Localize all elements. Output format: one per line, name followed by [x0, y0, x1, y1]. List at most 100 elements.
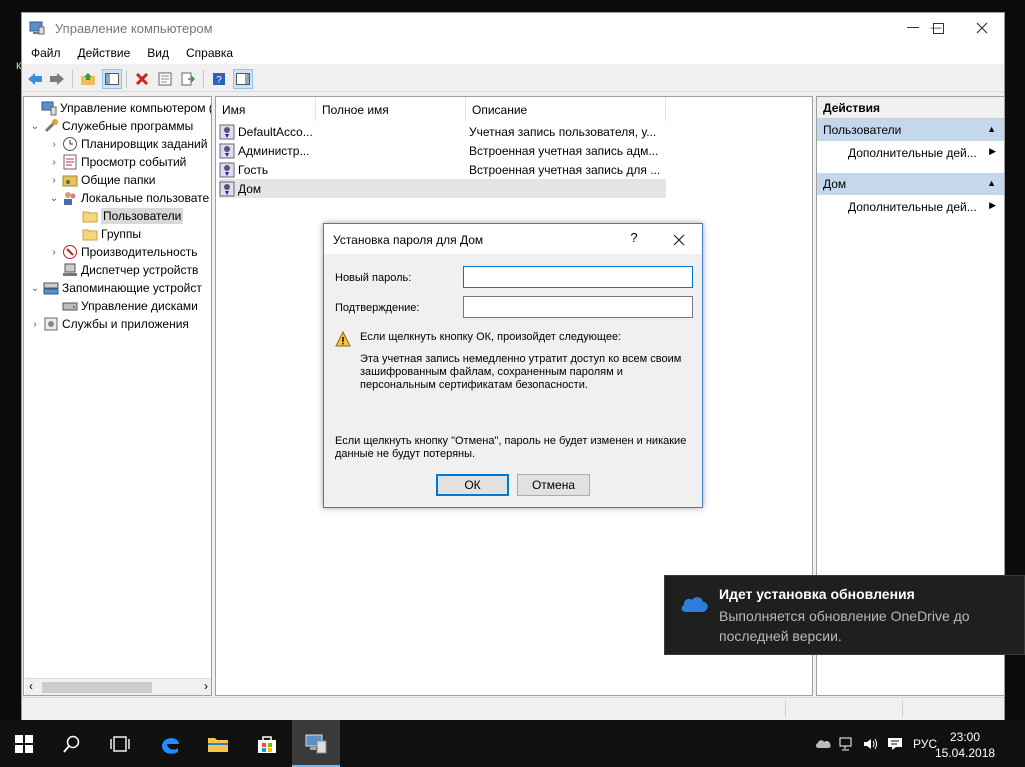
forward-button[interactable]: [47, 69, 67, 89]
update-notification[interactable]: Идет установка обновления Выполняется об…: [664, 575, 1025, 655]
dialog-close-button[interactable]: [668, 229, 690, 251]
computer-management-icon: [41, 101, 57, 116]
edge-browser-button[interactable]: [146, 720, 194, 767]
back-button[interactable]: [25, 69, 45, 89]
actions-section-dom[interactable]: Дом ▲: [817, 173, 1004, 195]
column-header-description[interactable]: Описание: [466, 97, 666, 121]
menu-help[interactable]: Справка: [177, 44, 241, 64]
clock-time: 23:00: [949, 730, 981, 744]
tree-item-services-apps[interactable]: › Службы и приложения: [29, 315, 189, 333]
list-item[interactable]: DefaultAcco... Учетная запись пользовате…: [219, 122, 666, 141]
tree-item-performance[interactable]: › Производительность: [48, 243, 197, 261]
scrollbar-thumb[interactable]: [42, 682, 152, 693]
actions-section-users[interactable]: Пользователи ▲: [817, 119, 1004, 141]
collapse-icon[interactable]: ▲: [987, 178, 996, 188]
actions-more-dom[interactable]: Дополнительные дей... ▶: [817, 195, 1004, 217]
volume-tray-icon[interactable]: [860, 720, 882, 767]
list-item-selected[interactable]: Дом: [219, 179, 666, 198]
tree-item-local-users[interactable]: ⌄ Локальные пользовате: [48, 189, 209, 207]
export-list-button[interactable]: [178, 69, 198, 89]
show-hide-tree-button[interactable]: [102, 69, 122, 89]
up-folder-button[interactable]: [78, 69, 98, 89]
console-tree[interactable]: Управление компьютером (л ⌄ Служебные пр…: [23, 96, 212, 696]
title-bar[interactable]: Управление компьютером —: [22, 13, 1004, 44]
tree-horizontal-scrollbar[interactable]: ‹ ›: [25, 678, 211, 695]
list-item[interactable]: Администр... Встроенная учетная запись а…: [219, 141, 666, 160]
menu-file[interactable]: Файл: [22, 44, 69, 64]
windows-logo-icon: [15, 734, 33, 753]
set-password-dialog: Установка пароля для Дом ? Новый пароль:…: [323, 223, 703, 508]
new-password-label: Новый пароль:: [335, 272, 412, 284]
chevron-right-icon[interactable]: ›: [48, 175, 60, 186]
menu-view[interactable]: Вид: [138, 44, 177, 64]
computer-management-app-icon: [29, 21, 45, 35]
delete-button[interactable]: [132, 69, 152, 89]
action-center-tray-icon[interactable]: [884, 720, 906, 767]
tree-item-device-manager[interactable]: Диспетчер устройств: [48, 261, 198, 279]
menu-bar: Файл Действие Вид Справка: [22, 44, 1004, 64]
onedrive-cloud-icon: [681, 597, 708, 612]
tree-item-system-tools[interactable]: ⌄ Служебные программы: [29, 117, 193, 135]
computer-management-taskbar-button[interactable]: [292, 720, 340, 767]
task-view-icon: [110, 735, 130, 752]
chevron-right-icon[interactable]: ›: [48, 139, 60, 150]
tree-item-shared-folders[interactable]: › Общие папки: [48, 171, 155, 189]
close-button[interactable]: [959, 13, 1005, 43]
show-hide-action-pane-icon: [236, 73, 250, 85]
status-bar: [22, 697, 1004, 720]
help-icon[interactable]: ?: [624, 230, 644, 250]
show-hide-action-pane-button[interactable]: [233, 69, 253, 89]
back-arrow-icon: [28, 73, 42, 85]
chevron-right-icon[interactable]: ›: [48, 247, 60, 258]
column-header-name[interactable]: Имя: [216, 97, 316, 121]
tools-icon: [44, 119, 58, 133]
store-button[interactable]: [243, 720, 291, 767]
tree-item-groups[interactable]: Группы: [68, 225, 141, 243]
chevron-right-icon[interactable]: ›: [48, 157, 60, 168]
close-icon: [673, 234, 685, 246]
scroll-right-arrow[interactable]: ›: [204, 679, 208, 693]
cancel-note-line: данные не будут потеряны.: [335, 448, 476, 460]
tree-item-task-scheduler[interactable]: › Планировщик заданий: [48, 135, 207, 153]
network-tray-icon[interactable]: [836, 720, 858, 767]
export-list-icon: [181, 72, 195, 86]
actions-more-users[interactable]: Дополнительные дей... ▶: [817, 141, 1004, 163]
onedrive-tray-icon[interactable]: [812, 720, 834, 767]
tree-item-users[interactable]: Пользователи: [68, 207, 184, 225]
scroll-left-arrow[interactable]: ‹: [29, 679, 33, 693]
column-header-fullname[interactable]: Полное имя: [316, 97, 466, 121]
submenu-arrow-icon: ▶: [989, 146, 996, 156]
ok-button[interactable]: ОК: [436, 474, 509, 496]
help-icon: ?: [213, 73, 225, 86]
warning-text-line: зашифрованным файлам, сохраненным пароля…: [360, 366, 623, 378]
chevron-down-icon[interactable]: ⌄: [48, 193, 60, 204]
menu-action[interactable]: Действие: [69, 44, 139, 64]
chevron-down-icon[interactable]: ⌄: [29, 283, 41, 294]
toolbar: ?: [22, 66, 1004, 92]
tree-item-storage[interactable]: ⌄ Запоминающие устройст: [29, 279, 202, 297]
collapse-icon[interactable]: ▲: [987, 124, 996, 134]
folder-icon: [82, 229, 98, 241]
properties-button[interactable]: [155, 69, 175, 89]
tree-item-computer-management[interactable]: Управление компьютером (л: [27, 99, 211, 117]
task-view-button[interactable]: [96, 720, 144, 767]
search-button[interactable]: [48, 720, 96, 767]
chevron-right-icon[interactable]: ›: [29, 319, 41, 330]
new-password-field[interactable]: [463, 266, 693, 288]
clock[interactable]: 23:00 15.04.2018: [935, 729, 995, 761]
file-explorer-button[interactable]: [194, 720, 242, 767]
confirm-password-field[interactable]: [463, 296, 693, 318]
tree-item-disk-management[interactable]: Управление дисками: [48, 297, 198, 315]
cancel-button[interactable]: Отмена: [517, 474, 590, 496]
tree-item-event-viewer[interactable]: › Просмотр событий: [48, 153, 186, 171]
warning-text-line: персональным сертификатам безопасности.: [360, 379, 588, 391]
network-icon: [839, 737, 852, 750]
maximize-button[interactable]: [915, 13, 961, 43]
help-button[interactable]: ?: [209, 69, 229, 89]
list-item[interactable]: Гость Встроенная учетная запись для ...: [219, 160, 666, 179]
search-icon: [63, 735, 80, 753]
start-button[interactable]: [0, 720, 48, 767]
dialog-title-bar[interactable]: Установка пароля для Дом ?: [324, 224, 702, 254]
chevron-down-icon[interactable]: ⌄: [29, 121, 41, 132]
performance-icon: [63, 245, 77, 259]
